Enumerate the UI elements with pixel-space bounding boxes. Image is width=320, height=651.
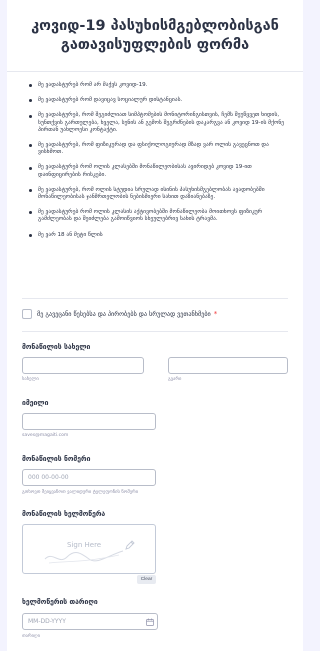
name-label: მონაწილის სახელი [22, 343, 91, 351]
last-name-input[interactable] [168, 357, 288, 374]
rule-item: მე ვადასტურებ რომ ოლის კლასებში მონაწილე… [29, 164, 285, 178]
agreement-label: მე გავეცანი წესებსა და პირობებს და სრულა… [37, 310, 211, 318]
email-sublabel: saves@magaiti.com [22, 433, 69, 438]
agreement-row: მე გავეცანი წესებსა და პირობებს და სრულა… [22, 309, 217, 319]
rule-item: მე ვადასტურებ რომ არ მაქვს კოვიდ-19. [29, 82, 285, 89]
first-name-sublabel: სახელი [22, 377, 39, 382]
date-input[interactable] [22, 613, 158, 630]
rules-list: მე ვადასტურებ რომ არ მაქვს კოვიდ-19. მე … [7, 72, 303, 239]
clear-signature-button[interactable]: Clear [137, 575, 156, 584]
form-title: კოვიდ-19 პასუხისმგებლობისგან გათავისუფლე… [19, 17, 291, 55]
phone-sublabel: გთხოვთ შეიყვანოთ ვალიდური ტელეფონის ნომე… [22, 490, 139, 495]
first-name-input[interactable] [22, 357, 144, 374]
date-label: ხელმოწერის თარიღი [22, 598, 98, 606]
signature-scribble [44, 550, 124, 564]
pen-icon [125, 540, 135, 550]
section-divider [22, 331, 288, 332]
date-sublabel: თარიღი [22, 634, 41, 639]
form-title-line-1: კოვიდ-19 პასუხისმგებლობისგან [31, 17, 279, 34]
form-card: კოვიდ-19 პასუხისმგებლობისგან გათავისუფლე… [7, 0, 303, 651]
form-title-line-2: გათავისუფლების ფორმა [60, 36, 250, 53]
signature-label: მონაწილის ხელმოწერა [22, 510, 106, 518]
last-name-sublabel: გვარი [168, 377, 182, 382]
required-mark: * [213, 310, 218, 318]
rule-item: მე ვადასტურებ, რომ შეგიძლიათ სიმპტომების… [29, 112, 285, 134]
sign-here-placeholder: Sign Here [67, 541, 102, 549]
email-input[interactable] [22, 413, 156, 430]
calendar-icon[interactable] [146, 618, 154, 626]
rule-item: მე ვადასტურებ რომ ოლის კლასის აქტივობებშ… [29, 209, 285, 223]
rule-item: მე ვადასტურებ, რომ ფიზიკურად და ფსიქოლოგ… [29, 142, 285, 156]
signature-pad[interactable]: Sign Here [22, 524, 156, 574]
rule-item: მე ვადასტურებ, რომ ოლის სტუდია სრულად ის… [29, 187, 285, 201]
rule-item: მე ვადასტურებ რომ დავიცავ სოციალურ დისტა… [29, 97, 285, 104]
agreement-checkbox[interactable] [22, 309, 32, 319]
phone-input[interactable] [22, 469, 156, 486]
email-label: იმეილი [22, 399, 49, 407]
rule-item: მე ვარ 18 ან მეტი წლის [29, 232, 285, 239]
phone-label: მონაწილის ნომერი [22, 455, 91, 463]
form-header: კოვიდ-19 პასუხისმგებლობისგან გათავისუფლე… [7, 0, 303, 72]
section-divider [22, 298, 288, 299]
